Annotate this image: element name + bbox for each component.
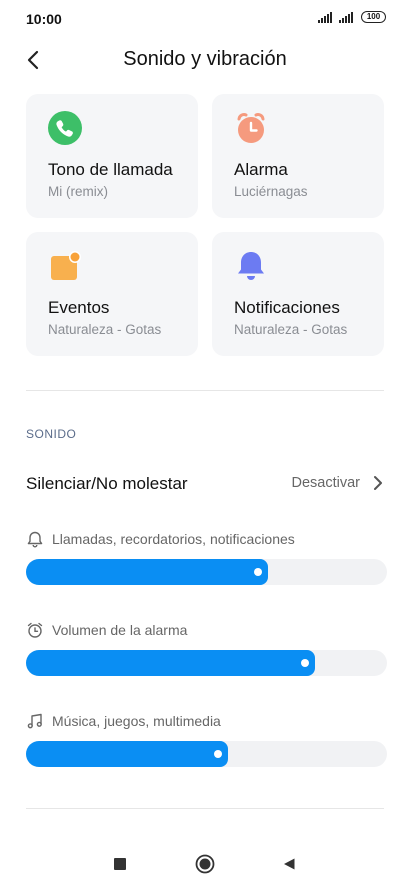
signal-icon xyxy=(318,11,332,23)
do-not-disturb-label: Silenciar/No molestar xyxy=(26,474,188,493)
volume-slider-fill xyxy=(26,650,315,676)
battery-icon: 100 xyxy=(361,11,386,23)
volume-slider-alarm[interactable] xyxy=(26,650,387,676)
alarm-outline-icon xyxy=(27,622,43,638)
alarm-clock-icon xyxy=(237,113,265,143)
divider xyxy=(26,390,384,391)
home-button[interactable] xyxy=(193,852,217,876)
notifications-title: Notificaciones xyxy=(234,298,340,317)
signal-icon xyxy=(339,11,353,23)
chevron-right-icon xyxy=(374,476,382,490)
battery-level: 100 xyxy=(366,12,381,21)
calendar-event-icon xyxy=(51,251,81,280)
events-card[interactable]: Eventos Naturaleza - Gotas xyxy=(26,232,198,356)
volume-slider-fill xyxy=(26,559,268,585)
triangle-back-icon xyxy=(284,858,295,870)
divider xyxy=(26,808,384,809)
volume-label-alarm-text: Volumen de la alarma xyxy=(52,622,188,638)
status-bar: 10:00 100 xyxy=(0,0,410,36)
alarm-subtitle: Luciérnagas xyxy=(234,184,308,199)
bell-outline-icon xyxy=(27,531,43,548)
volume-label-calls: Llamadas, recordatorios, notificaciones xyxy=(26,530,295,548)
do-not-disturb-value: Desactivar xyxy=(291,475,361,491)
do-not-disturb-row[interactable]: Silenciar/No molestar Desactivar xyxy=(0,462,410,504)
volume-label-media: Música, juegos, multimedia xyxy=(26,712,221,730)
volume-label-alarm: Volumen de la alarma xyxy=(26,621,187,639)
volume-label-media-text: Música, juegos, multimedia xyxy=(52,713,221,729)
alarm-title: Alarma xyxy=(234,160,288,179)
volume-slider-knob[interactable] xyxy=(214,750,222,758)
volume-slider-knob[interactable] xyxy=(254,568,262,576)
square-icon xyxy=(114,858,126,870)
ringtone-card[interactable]: Tono de llamada Mi (remix) xyxy=(26,94,198,218)
ringtone-subtitle: Mi (remix) xyxy=(48,184,108,199)
header: Sonido y vibración xyxy=(0,40,410,80)
volume-label-calls-text: Llamadas, recordatorios, notificaciones xyxy=(52,531,295,547)
notifications-card[interactable]: Notificaciones Naturaleza - Gotas xyxy=(212,232,384,356)
volume-slider-calls[interactable] xyxy=(26,559,387,585)
recents-button[interactable] xyxy=(108,852,132,876)
status-icons: 100 xyxy=(318,11,386,23)
page-title: Sonido y vibración xyxy=(123,48,287,70)
notifications-subtitle: Naturaleza - Gotas xyxy=(234,322,348,337)
ringtone-title: Tono de llamada xyxy=(48,160,173,179)
phone-icon xyxy=(48,111,82,145)
alarm-card[interactable]: Alarma Luciérnagas xyxy=(212,94,384,218)
section-label-sound: SONIDO xyxy=(26,427,77,441)
navigation-bar xyxy=(0,838,410,888)
volume-slider-knob[interactable] xyxy=(301,659,309,667)
events-title: Eventos xyxy=(48,298,110,317)
events-subtitle: Naturaleza - Gotas xyxy=(48,322,162,337)
volume-slider-fill xyxy=(26,741,228,767)
music-note-icon xyxy=(27,713,42,729)
volume-slider-media[interactable] xyxy=(26,741,387,767)
status-time: 10:00 xyxy=(26,11,62,27)
home-circle-icon xyxy=(195,854,215,874)
bell-icon xyxy=(238,252,264,280)
back-nav-button[interactable] xyxy=(277,852,301,876)
